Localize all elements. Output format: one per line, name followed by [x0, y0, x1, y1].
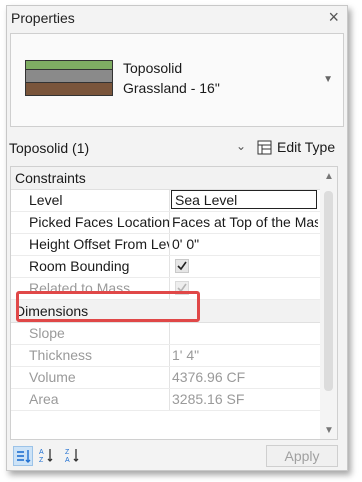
- svg-text:Z: Z: [39, 457, 44, 464]
- chevron-down-icon[interactable]: ⌄: [236, 139, 246, 153]
- edit-type-label: Edit Type: [277, 139, 336, 155]
- room-bounding-checkbox[interactable]: [175, 259, 189, 273]
- bottom-toolbar: A Z Z A Apply: [7, 442, 347, 470]
- param-label: Room Bounding: [29, 258, 130, 274]
- param-value: 3285.16 SF: [172, 391, 245, 407]
- title-bar: Properties ×: [7, 6, 347, 31]
- checkmark-icon: [177, 283, 187, 293]
- svg-text:Z: Z: [65, 449, 70, 456]
- instance-filter-row: Toposolid (1) ⌄ Edit Type: [7, 135, 347, 161]
- panel-title: Properties: [11, 10, 75, 26]
- column-divider: [169, 323, 170, 344]
- sort-za-icon: Z A: [65, 449, 79, 464]
- related-to-mass-checkbox: [175, 281, 189, 295]
- param-row-thickness: Thickness 1' 4": [11, 345, 337, 367]
- edit-type-button[interactable]: Edit Type: [257, 139, 335, 155]
- svg-text:A: A: [65, 457, 70, 464]
- param-label: Thickness: [29, 347, 93, 363]
- section-label: Constraints: [15, 170, 86, 186]
- param-label: Related to Mass: [29, 280, 131, 296]
- edit-type-icon: [257, 140, 272, 154]
- param-row-slope: Slope: [11, 323, 337, 345]
- param-label: Height Offset From Level: [29, 236, 169, 252]
- column-divider: [169, 190, 170, 211]
- param-row-room-bounding[interactable]: Room Bounding: [11, 256, 337, 278]
- column-divider: [169, 345, 170, 366]
- column-divider: [169, 389, 170, 410]
- param-label: Picked Faces Location: [29, 214, 169, 230]
- instance-filter-label[interactable]: Toposolid (1): [9, 140, 89, 156]
- param-label: Slope: [29, 325, 65, 341]
- group-by-category-button[interactable]: [13, 446, 33, 466]
- apply-button[interactable]: Apply: [266, 445, 338, 467]
- param-value[interactable]: 0' 0": [172, 236, 318, 252]
- vertical-scrollbar[interactable]: ▲ ▼: [320, 167, 337, 439]
- section-label: Dimensions: [15, 303, 89, 319]
- param-label: Volume: [29, 369, 76, 385]
- sort-az-icon: A Z: [39, 449, 53, 464]
- param-row-height-offset[interactable]: Height Offset From Level 0' 0": [11, 234, 337, 256]
- param-label: Area: [29, 391, 59, 407]
- level-input[interactable]: Sea Level: [171, 190, 317, 209]
- column-divider: [169, 256, 170, 277]
- param-label: Level: [29, 192, 63, 208]
- sort-ascending-button[interactable]: A Z: [37, 446, 57, 466]
- material-swatch-icon: [25, 60, 113, 96]
- type-dropdown-icon[interactable]: ▼: [323, 74, 333, 85]
- param-row-level[interactable]: Level Sea Level: [11, 190, 337, 212]
- column-divider: [169, 234, 170, 255]
- type-name: Grassland - 16": [123, 80, 220, 96]
- param-row-volume: Volume 4376.96 CF: [11, 367, 337, 389]
- scroll-up-icon[interactable]: ▲: [324, 171, 334, 182]
- close-icon[interactable]: ×: [328, 7, 339, 28]
- checkmark-icon: [177, 261, 187, 271]
- column-divider: [169, 278, 170, 299]
- type-selector[interactable]: Toposolid Grassland - 16" ▼: [10, 33, 344, 127]
- categorized-view-icon: [17, 450, 31, 463]
- scrollbar-thumb[interactable]: [324, 191, 333, 391]
- param-row-related-to-mass: Related to Mass: [11, 278, 337, 300]
- column-divider: [169, 212, 170, 233]
- type-family-name: Toposolid: [123, 60, 183, 76]
- section-dimensions[interactable]: Dimensions ⌃: [11, 300, 337, 323]
- param-row-picked-faces[interactable]: Picked Faces Location Faces at Top of th…: [11, 212, 337, 234]
- param-value: 4376.96 CF: [172, 369, 246, 385]
- param-row-area: Area 3285.16 SF: [11, 389, 337, 411]
- param-value: 1' 4": [172, 347, 200, 363]
- svg-text:A: A: [39, 449, 44, 456]
- section-constraints[interactable]: Constraints ⌃: [11, 167, 337, 190]
- properties-grid: Constraints ⌃ Level Sea Level Picked Fac…: [10, 166, 338, 440]
- param-value[interactable]: Faces at Top of the Mass: [172, 214, 318, 230]
- scroll-down-icon[interactable]: ▼: [324, 425, 334, 436]
- properties-panel: Properties × Toposolid Grassland - 16" ▼…: [6, 5, 348, 471]
- column-divider: [169, 367, 170, 388]
- sort-descending-button[interactable]: Z A: [63, 446, 83, 466]
